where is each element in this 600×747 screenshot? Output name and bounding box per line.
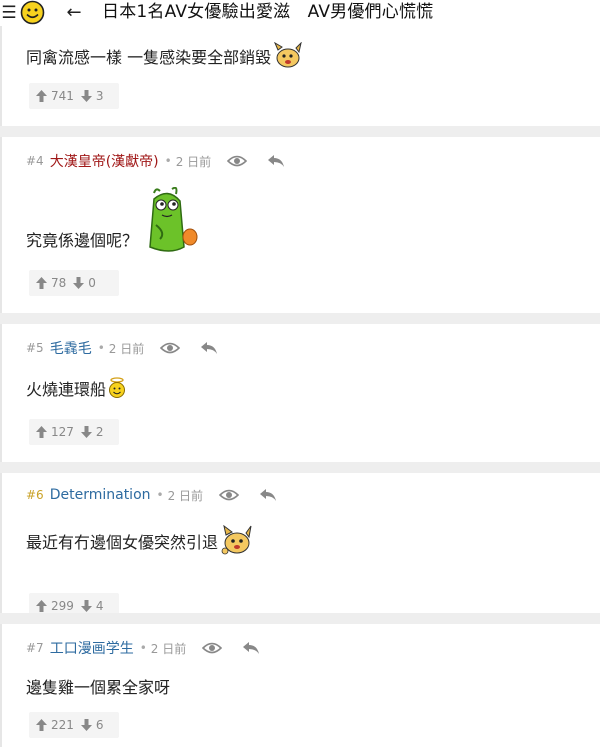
thumb-up-arrow-icon bbox=[36, 600, 47, 612]
author-name[interactable]: 大漢皇帝(漢獻帝) bbox=[50, 151, 159, 171]
upvote-button[interactable]: 78 bbox=[29, 276, 66, 290]
upvote-button[interactable]: 221 bbox=[29, 718, 74, 732]
meta-dot: • bbox=[97, 341, 105, 355]
comment-content: 火燒連環船 bbox=[26, 376, 126, 400]
downvote-button[interactable]: 2 bbox=[74, 425, 104, 439]
comment-content: 究竟係邊個呢？ bbox=[26, 187, 200, 257]
smiley-logo-icon[interactable] bbox=[20, 0, 45, 25]
comment-meta: #5 毛毳毛 • 2 日前 bbox=[26, 338, 218, 358]
downvote-count: 3 bbox=[95, 89, 104, 103]
vote-bar: 127 2 bbox=[29, 419, 119, 445]
post-time: 2 日前 bbox=[108, 341, 145, 356]
top-bar: ☰ ← 日本1名AV女優驗出愛滋 AV男優們心慌慌 bbox=[0, 0, 600, 26]
thumb-down-arrow-icon bbox=[80, 600, 92, 612]
horned-dog-sticker-icon bbox=[274, 42, 302, 68]
comment-meta: #4 大漢皇帝(漢獻帝) • 2 日前 bbox=[26, 151, 285, 171]
angel-smiley-icon bbox=[109, 377, 126, 398]
green-worm-sticker-icon bbox=[149, 187, 198, 252]
upvote-count: 127 bbox=[51, 425, 74, 439]
eye-icon[interactable] bbox=[219, 488, 240, 502]
reply-icon[interactable] bbox=[242, 641, 260, 655]
comment-text: 究竟係邊個呢？ bbox=[26, 231, 139, 250]
upvote-count: 299 bbox=[51, 599, 74, 613]
author-name[interactable]: Determination bbox=[50, 487, 151, 503]
vote-bar: 221 6 bbox=[29, 712, 119, 738]
floor-number: #6 bbox=[26, 488, 44, 502]
dog-sticker-icon bbox=[221, 525, 252, 555]
thread-title: 日本1名AV女優驗出愛滋 AV男優們心慌慌 bbox=[102, 2, 434, 22]
reply-icon[interactable] bbox=[267, 154, 285, 168]
comment-post: 同禽流感一樣 一隻感染要全部銷毀 741 3 bbox=[0, 26, 600, 126]
thumb-down-arrow-icon bbox=[80, 426, 92, 438]
comment-post: #4 大漢皇帝(漢獻帝) • 2 日前 究竟係邊個呢？ 78 0 bbox=[0, 137, 600, 313]
post-time: 2 日前 bbox=[150, 641, 187, 656]
comment-meta: #7 工口漫画学生 • 2 日前 bbox=[26, 638, 260, 658]
reply-icon[interactable] bbox=[259, 488, 277, 502]
downvote-button[interactable]: 0 bbox=[66, 276, 96, 290]
upvote-button[interactable]: 299 bbox=[29, 599, 74, 613]
comment-meta: #6 Determination • 2 日前 bbox=[26, 485, 277, 505]
floor-number: #4 bbox=[26, 154, 44, 168]
floor-number: #5 bbox=[26, 341, 44, 355]
thumb-up-arrow-icon bbox=[36, 719, 47, 731]
post-separator bbox=[0, 313, 600, 324]
post-separator bbox=[0, 126, 600, 137]
comment-text: 火燒連環船 bbox=[26, 380, 107, 399]
comment-content: 邊隻雞一個累全家呀 bbox=[26, 674, 170, 698]
thumb-up-arrow-icon bbox=[36, 90, 47, 102]
downvote-count: 2 bbox=[95, 425, 104, 439]
meta-dot: • bbox=[156, 488, 164, 502]
thumb-down-arrow-icon bbox=[73, 277, 85, 289]
eye-icon[interactable] bbox=[160, 341, 181, 355]
upvote-button[interactable]: 741 bbox=[29, 89, 74, 103]
comment-content: 同禽流感一樣 一隻感染要全部銷毀 bbox=[26, 42, 303, 70]
vote-bar: 78 0 bbox=[29, 270, 119, 296]
reply-icon[interactable] bbox=[200, 341, 218, 355]
floor-number: #7 bbox=[26, 641, 44, 655]
comment-post: #6 Determination • 2 日前 最近有冇邊個女優突然引退 299 bbox=[0, 473, 600, 619]
downvote-count: 0 bbox=[88, 276, 96, 290]
comment-text: 邊隻雞一個累全家呀 bbox=[26, 678, 171, 697]
meta-dot: • bbox=[139, 641, 147, 655]
comment-text: 最近有冇邊個女優突然引退 bbox=[26, 533, 219, 552]
eye-icon[interactable] bbox=[227, 154, 248, 168]
upvote-button[interactable]: 127 bbox=[29, 425, 74, 439]
comment-text: 同禽流感一樣 一隻感染要全部銷毀 bbox=[26, 48, 272, 67]
post-separator bbox=[0, 462, 600, 473]
downvote-button[interactable]: 4 bbox=[74, 599, 104, 613]
comment-content: 最近有冇邊個女優突然引退 bbox=[26, 525, 254, 557]
menu-icon[interactable]: ☰ bbox=[0, 3, 18, 23]
eye-icon[interactable] bbox=[202, 641, 223, 655]
comment-post: #5 毛毳毛 • 2 日前 火燒連環船 127 2 bbox=[0, 324, 600, 462]
downvote-button[interactable]: 6 bbox=[74, 718, 104, 732]
author-name[interactable]: 工口漫画学生 bbox=[50, 638, 134, 658]
downvote-count: 6 bbox=[95, 718, 104, 732]
back-arrow-icon[interactable]: ← bbox=[63, 1, 85, 23]
post-time: 2 日前 bbox=[167, 488, 204, 503]
comment-post: #7 工口漫画学生 • 2 日前 邊隻雞一個累全家呀 221 6 bbox=[0, 624, 600, 747]
thumb-down-arrow-icon bbox=[80, 90, 92, 102]
downvote-button[interactable]: 3 bbox=[74, 89, 104, 103]
post-separator bbox=[0, 613, 600, 624]
thumb-up-arrow-icon bbox=[36, 426, 47, 438]
meta-dot: • bbox=[164, 154, 172, 168]
downvote-count: 4 bbox=[95, 599, 104, 613]
upvote-count: 741 bbox=[51, 89, 74, 103]
upvote-count: 221 bbox=[51, 718, 74, 732]
thumb-down-arrow-icon bbox=[80, 719, 92, 731]
post-time: 2 日前 bbox=[175, 154, 212, 169]
vote-bar: 741 3 bbox=[29, 83, 119, 109]
author-name[interactable]: 毛毳毛 bbox=[50, 338, 92, 358]
thumb-up-arrow-icon bbox=[36, 277, 47, 289]
upvote-count: 78 bbox=[51, 276, 67, 290]
